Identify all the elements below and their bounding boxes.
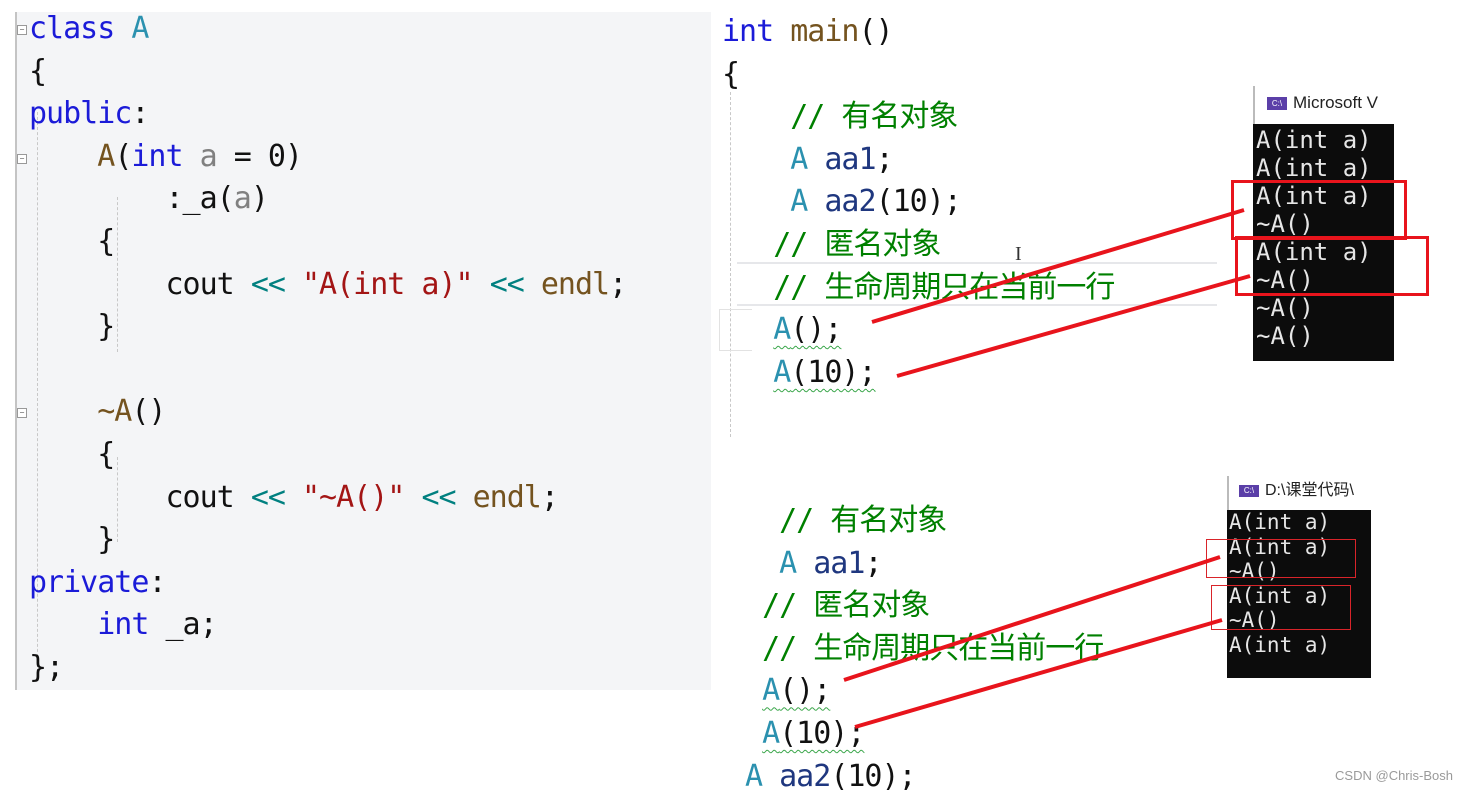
arrow-line-3 <box>843 555 1221 682</box>
arrow-line-2 <box>896 274 1251 378</box>
annotation-arrows <box>843 208 1251 729</box>
arrow-line-1 <box>871 208 1245 324</box>
arrow-line-4 <box>854 618 1223 729</box>
watermark: CSDN @Chris-Bosh <box>1335 768 1453 783</box>
